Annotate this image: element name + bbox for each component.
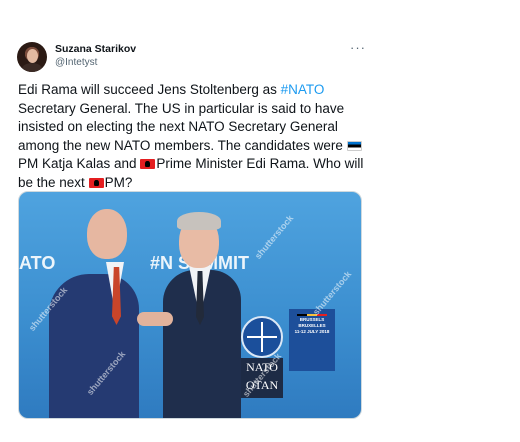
author-handle[interactable]: @Intetyst (55, 57, 97, 68)
tweet-text-part: Edi Rama will succeed Jens Stoltenberg a… (18, 82, 281, 97)
avatar-shoulders (22, 63, 42, 72)
tweet-text-part: PM Katja Kalas and (18, 156, 141, 172)
hashtag-link[interactable]: #NATO (281, 82, 325, 97)
backdrop-text-left: ATO (19, 253, 56, 273)
person-left-head (87, 209, 127, 259)
albania-flag-icon (140, 159, 156, 170)
avatar[interactable] (17, 42, 47, 72)
backdrop-hash: #N (150, 253, 174, 273)
handshake (137, 312, 173, 326)
avatar-face (27, 49, 38, 63)
belgium-stripe (297, 314, 327, 316)
brussels-summit-sign: BRUSSELS BRUXELLES 11-12 JULY 2018 (289, 309, 335, 371)
albania-flag-icon (88, 177, 104, 188)
tweet-text-part: PM? (104, 174, 133, 190)
author-name[interactable]: Suzana Starikov (55, 43, 136, 55)
more-options-icon[interactable]: ··· (350, 40, 366, 55)
sign-title: BRUSSELS BRUXELLES (298, 317, 326, 328)
estonia-flag-icon (346, 140, 362, 151)
tweet-photo[interactable]: ATO #N SUMMIT BRUSSELS BRUXELLES 11-12 J… (18, 191, 362, 419)
tweet-card: Suzana Starikov @Intetyst ··· Edi Rama w… (0, 0, 520, 442)
person-right-hair (177, 212, 221, 230)
tweet-text-part: Secretary General. The US in particular … (18, 100, 347, 153)
watermark: shutterstock (252, 213, 296, 261)
tweet-text: Edi Rama will succeed Jens Stoltenberg a… (18, 81, 368, 193)
sign-date: 11-12 JULY 2018 (294, 329, 330, 334)
